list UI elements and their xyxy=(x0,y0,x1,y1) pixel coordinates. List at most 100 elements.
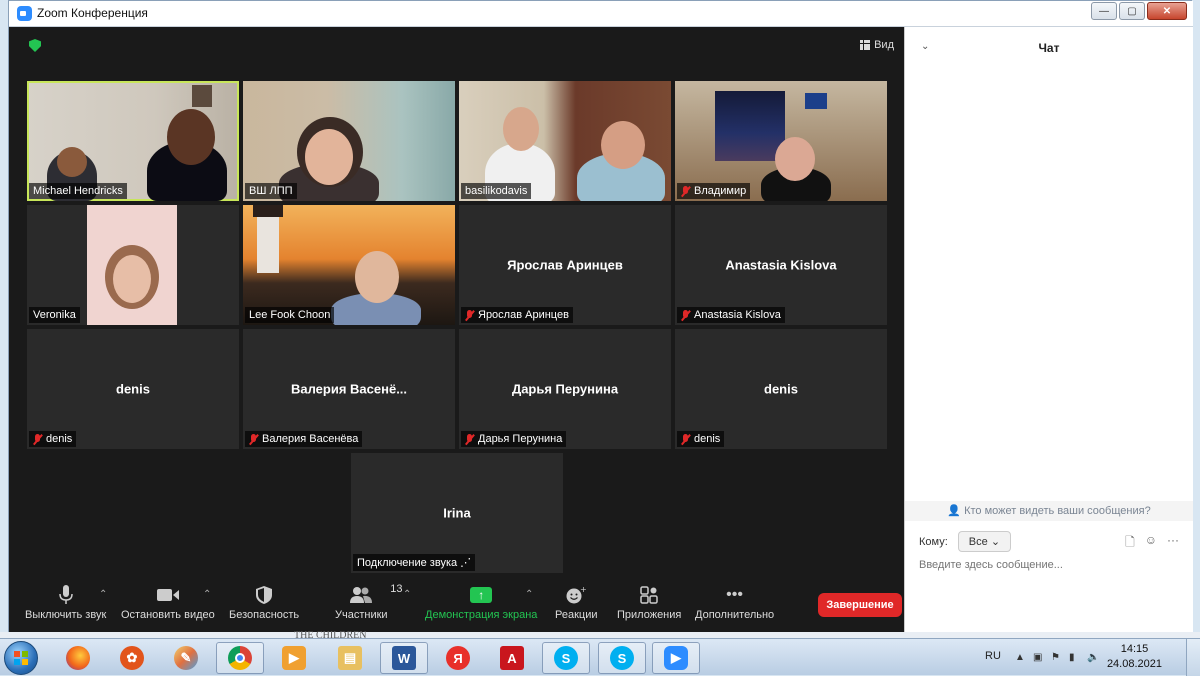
apps-button[interactable]: Приложения xyxy=(617,585,681,621)
security-shield-icon xyxy=(256,586,273,604)
video-tile-vsh-lpp[interactable]: ВШ ЛПП xyxy=(243,81,455,201)
taskbar-acrobat[interactable]: A xyxy=(488,642,536,674)
tile-yaroslav-arintsev[interactable]: Ярослав Аринцев Ярослав Аринцев xyxy=(459,205,671,325)
tile-anastasia-kislova[interactable]: Anastasia Kislova Anastasia Kislova xyxy=(675,205,887,325)
tile-name-label: denis xyxy=(677,431,725,447)
show-desktop-button[interactable] xyxy=(1186,639,1200,676)
language-indicator[interactable]: RU xyxy=(985,650,1001,662)
taskbar-yandex[interactable]: Я xyxy=(434,642,482,674)
tile-valeria-vaseneva[interactable]: Валерия Васенё... Валерия Васенёва xyxy=(243,329,455,449)
tile-name-label: basilikodavis xyxy=(461,183,532,199)
participants-icon xyxy=(350,587,373,603)
more-button[interactable]: ••• Дополнительно xyxy=(695,585,774,621)
video-tile-basilikodavis[interactable]: basilikodavis xyxy=(459,81,671,201)
taskbar-word[interactable]: W xyxy=(380,642,428,674)
stop-video-button[interactable]: Остановить видео xyxy=(121,585,215,621)
tile-name-label: Валерия Васенёва xyxy=(245,431,363,447)
end-meeting-button[interactable]: Завершение xyxy=(818,593,902,617)
windows-taskbar: ✿ ✎ ▶ ▤ W Я A S S ▶ RU ▲ ▣ ⚑ ▮ 🔈 14:15 2… xyxy=(0,638,1200,676)
zoom-icon: ▶ xyxy=(664,646,688,670)
chat-recipient-select[interactable]: Все ⌄ xyxy=(957,531,1012,552)
start-button[interactable] xyxy=(4,641,38,675)
taskbar-zoom[interactable]: ▶ xyxy=(652,642,700,674)
chat-visibility-info[interactable]: 👤 Кто может видеть ваши сообщения? xyxy=(905,501,1193,521)
video-tile-vladimir[interactable]: Владимир xyxy=(675,81,887,201)
tile-center-name: denis xyxy=(116,381,150,397)
close-button[interactable]: ✕ xyxy=(1147,2,1187,20)
reactions-button[interactable]: + Реакции xyxy=(555,585,598,621)
participants-label: Участники xyxy=(335,609,388,621)
word-icon: W xyxy=(392,646,416,670)
video-tile-veronika[interactable]: Veronika xyxy=(27,205,239,325)
yandex-icon: Я xyxy=(446,646,470,670)
acrobat-icon: A xyxy=(500,646,524,670)
tile-irina[interactable]: Irina Подключение звука ⋰ xyxy=(351,453,563,573)
video-tile-michael-hendricks[interactable]: Michael Hendricks xyxy=(27,81,239,201)
volume-icon[interactable]: 🔈 xyxy=(1087,652,1099,664)
taskbar-paint[interactable]: ✎ xyxy=(162,642,210,674)
chat-to-label: Кому: xyxy=(919,535,948,548)
more-options-icon[interactable]: ··· xyxy=(1167,533,1179,554)
participants-button[interactable]: 13 Участники xyxy=(335,583,403,621)
clock[interactable]: 14:15 24.08.2021 xyxy=(1107,642,1162,672)
tile-name-label: denis xyxy=(29,431,77,447)
taskbar-skype-1[interactable]: S xyxy=(542,642,590,674)
system-tray: RU ▲ ▣ ⚑ ▮ 🔈 14:15 24.08.2021 xyxy=(985,639,1200,676)
participants-count: 13 xyxy=(390,583,403,595)
network-signal-icon[interactable]: ▮ xyxy=(1069,652,1081,664)
mic-muted-icon xyxy=(33,433,42,445)
zoom-window: Zoom Конференция — ▢ ✕ Вид Michael Hendr… xyxy=(8,0,1193,633)
video-options-chevron-icon[interactable]: ⌃ xyxy=(203,589,211,600)
tile-darya-perunina[interactable]: Дарья Перунина Дарья Перунина xyxy=(459,329,671,449)
security-button[interactable]: Безопасность xyxy=(229,585,299,621)
mic-muted-icon xyxy=(681,185,690,197)
taskbar-chrome[interactable] xyxy=(216,642,264,674)
microphone-icon xyxy=(58,585,73,604)
taskbar-skype-2[interactable]: S xyxy=(598,642,646,674)
taskbar-firefox[interactable] xyxy=(54,642,102,674)
tile-name-label: Ярослав Аринцев xyxy=(461,307,573,323)
meeting-toolbar: Выключить звук ⌃ Остановить видео ⌃ Безо… xyxy=(9,577,904,633)
view-button[interactable]: Вид xyxy=(860,39,894,51)
share-screen-label: Демонстрация экрана xyxy=(425,609,538,621)
mic-muted-icon xyxy=(681,309,690,321)
video-tile-lee-fook-choon[interactable]: Lee Fook Choon xyxy=(243,205,455,325)
audio-options-chevron-icon[interactable]: ⌃ xyxy=(99,589,107,600)
mute-button[interactable]: Выключить звук xyxy=(25,585,106,621)
tile-name-label: Michael Hendricks xyxy=(29,183,127,199)
taskbar-explorer[interactable]: ▤ xyxy=(326,642,374,674)
tray-expand-icon[interactable]: ▲ xyxy=(1015,652,1027,664)
taskbar-app-red[interactable]: ✿ xyxy=(108,642,156,674)
more-label: Дополнительно xyxy=(695,609,775,621)
maximize-button[interactable]: ▢ xyxy=(1119,2,1145,20)
security-label: Безопасность xyxy=(229,609,300,621)
reactions-label: Реакции xyxy=(555,609,598,621)
grid-view-icon xyxy=(860,40,871,50)
share-options-chevron-icon[interactable]: ⌃ xyxy=(525,589,533,600)
zoom-app-icon xyxy=(17,6,32,21)
tile-name-label: Anastasia Kislova xyxy=(677,307,785,323)
paint-palette-icon: ✎ xyxy=(174,646,198,670)
share-screen-button[interactable]: ↑ Демонстрация экрана xyxy=(425,585,537,621)
chat-message-input[interactable] xyxy=(919,559,1179,571)
firefox-icon xyxy=(66,646,90,670)
smiley-plus-icon: + xyxy=(566,586,586,604)
mic-muted-icon xyxy=(465,433,474,445)
tray-flag-icon[interactable]: ⚑ xyxy=(1051,652,1063,664)
encryption-shield-icon[interactable] xyxy=(29,39,41,52)
participants-options-chevron-icon[interactable]: ⌃ xyxy=(403,589,411,600)
minimize-button[interactable]: — xyxy=(1091,2,1117,20)
chevron-down-icon: ⌄ xyxy=(990,536,1001,548)
tray-app-icon[interactable]: ▣ xyxy=(1033,652,1045,664)
tile-name-label: Дарья Перунина xyxy=(461,431,567,447)
file-icon[interactable]: 🗋 xyxy=(1125,533,1135,554)
taskbar-video-player[interactable]: ▶ xyxy=(270,642,318,674)
emoji-icon[interactable]: ☺ xyxy=(1145,533,1157,554)
tile-name-label: ВШ ЛПП xyxy=(245,183,297,199)
tile-denis-2[interactable]: denis denis xyxy=(675,329,887,449)
tile-denis-1[interactable]: denis denis xyxy=(27,329,239,449)
share-screen-icon: ↑ xyxy=(470,587,493,603)
mic-muted-icon xyxy=(681,433,690,445)
tile-name-label: Lee Fook Choon xyxy=(245,307,335,323)
tile-name-label: Подключение звука ⋰ xyxy=(353,554,476,571)
